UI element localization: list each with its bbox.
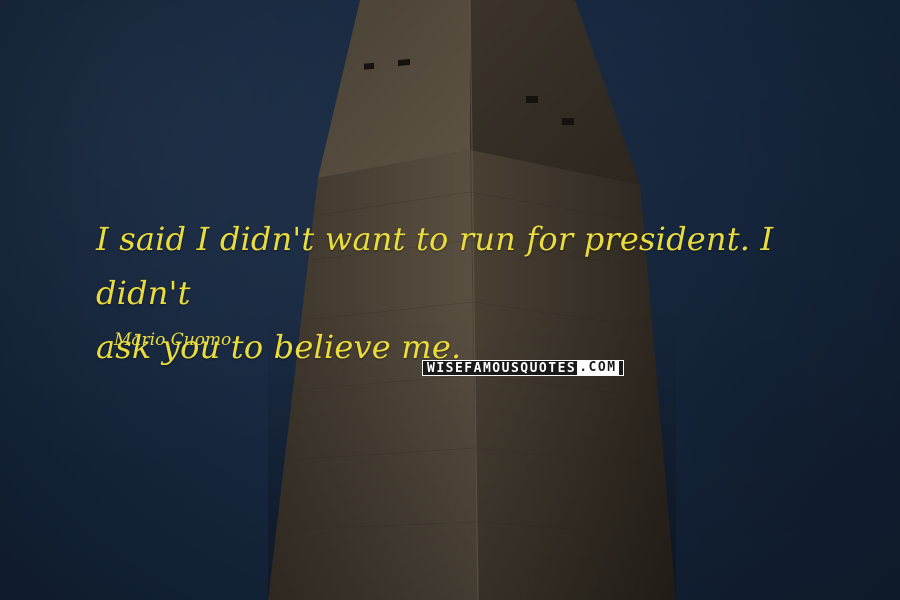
pyramidion-left-face: [318, 0, 470, 178]
brand-suffix: .COM: [577, 360, 619, 375]
quote-author: Mario Cuomo: [114, 330, 232, 350]
quote-line-1: I said I didn't want to run for presiden…: [96, 220, 774, 312]
quote-image: I said I didn't want to run for presiden…: [0, 0, 900, 600]
brand-name: WISEFAMOUSQUOTES: [427, 360, 577, 376]
brand-logo: WISEFAMOUSQUOTES .COM: [422, 360, 624, 376]
